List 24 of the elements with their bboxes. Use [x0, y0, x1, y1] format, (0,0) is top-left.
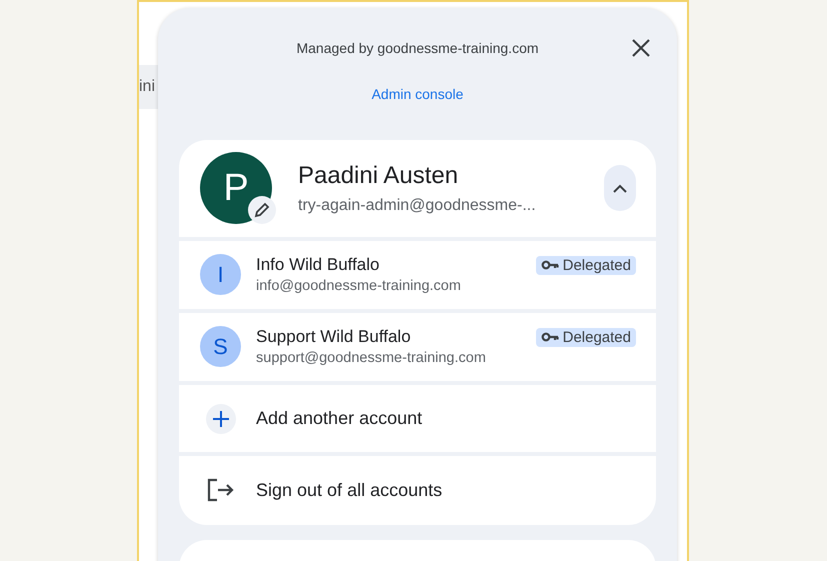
avatar: S	[200, 326, 241, 368]
badge-label: Delegated	[562, 256, 631, 274]
key-icon	[540, 260, 559, 270]
account-name: Paadini Austen	[298, 162, 460, 190]
badge-label: Delegated	[562, 328, 631, 346]
account-row[interactable]: I Info Wild Buffalo info@goodnessme-training.com Delegated	[179, 240, 656, 309]
account-email: support@goodnessme-training.com	[256, 350, 487, 366]
key-icon	[540, 332, 559, 342]
account-name: Support Wild Buffalo	[256, 327, 412, 348]
admin-console-link[interactable]: Admin console	[372, 86, 464, 102]
expand-button[interactable]	[604, 165, 636, 212]
sign-out-item[interactable]: Sign out of all accounts	[179, 456, 656, 524]
add-account-item[interactable]: Add another account	[179, 385, 656, 452]
account-name: Info Wild Buffalo	[256, 255, 380, 276]
managed-by-text: Managed by goodnessme-training.com	[296, 40, 539, 56]
edit-button[interactable]	[248, 196, 276, 224]
pencil-icon	[254, 202, 270, 218]
plus-icon	[206, 404, 236, 434]
account-email: try-again-admin@goodnessme-...	[298, 196, 537, 215]
avatar: I	[200, 254, 241, 296]
account-row[interactable]: S Support Wild Buffalo support@goodnessme-training.com Delegated	[179, 312, 656, 382]
sign-out-icon	[206, 478, 234, 502]
account-email: info@goodnessme-training.com	[256, 278, 462, 294]
chevron-icon	[613, 184, 627, 193]
